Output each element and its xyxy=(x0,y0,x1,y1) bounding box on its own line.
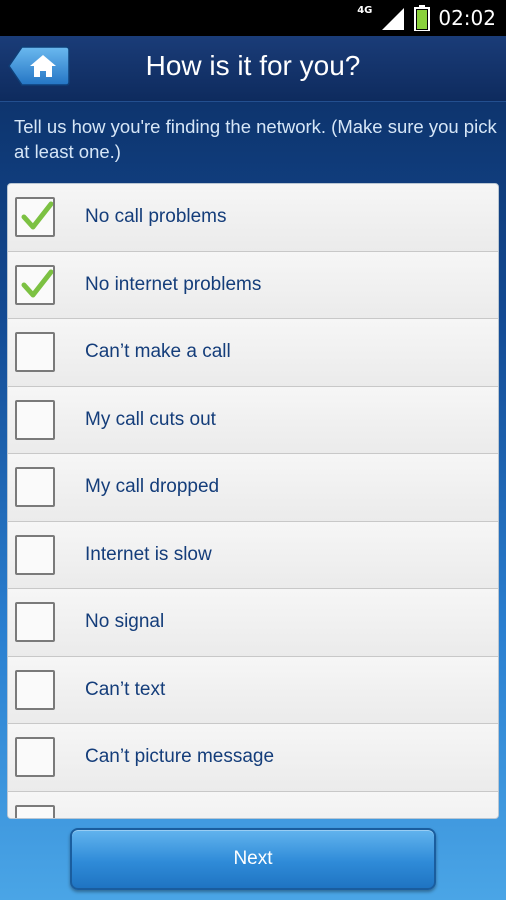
list-item-call-cuts-out[interactable]: My call cuts out xyxy=(8,386,498,454)
problem-options-list: No call problems No internet problems Ca… xyxy=(7,183,499,819)
option-label: Internet is slow xyxy=(85,543,212,565)
checkbox[interactable] xyxy=(15,332,55,373)
option-label: My call cuts out xyxy=(85,408,216,430)
network-type: 4G xyxy=(357,4,373,16)
checkbox[interactable] xyxy=(15,669,55,710)
list-item-partial[interactable] xyxy=(8,791,498,818)
checkbox[interactable] xyxy=(15,197,55,238)
check-icon xyxy=(21,201,53,230)
signal-icon xyxy=(382,8,405,30)
option-label: No call problems xyxy=(85,206,227,228)
next-button[interactable]: Next xyxy=(70,828,436,890)
option-label: Can’t text xyxy=(85,678,166,700)
option-label: No signal xyxy=(85,611,165,633)
checkbox[interactable] xyxy=(15,602,55,643)
list-item-cant-picture-message[interactable]: Can’t picture message xyxy=(8,724,498,792)
list-item-no-internet-problems[interactable]: No internet problems xyxy=(8,251,498,319)
option-label: Can’t make a call xyxy=(85,341,231,363)
list-item-cant-make-call[interactable]: Can’t make a call xyxy=(8,319,498,387)
list-item-call-dropped[interactable]: My call dropped xyxy=(8,454,498,522)
clock: 02:02 xyxy=(438,6,496,30)
checkbox[interactable] xyxy=(15,804,55,818)
status-bar: 4G 02:02 xyxy=(0,0,506,36)
option-label: My call dropped xyxy=(85,476,220,498)
battery-icon xyxy=(414,5,431,31)
checkbox[interactable] xyxy=(15,399,55,440)
app-header: How is it for you? xyxy=(0,36,506,102)
list-item-no-signal[interactable]: No signal xyxy=(8,589,498,657)
option-label: No internet problems xyxy=(85,273,262,295)
list-item-no-call-problems[interactable]: No call problems xyxy=(8,184,498,252)
checkbox[interactable] xyxy=(15,534,55,575)
option-label: Can’t picture message xyxy=(85,746,275,768)
list-item-cant-text[interactable]: Can’t text xyxy=(8,656,498,724)
list-item-internet-slow[interactable]: Internet is slow xyxy=(8,521,498,589)
checkbox[interactable] xyxy=(15,467,55,508)
checkbox[interactable] xyxy=(15,737,55,778)
checkbox[interactable] xyxy=(15,264,55,305)
check-icon xyxy=(21,269,53,298)
instructions-text: Tell us how you're finding the network. … xyxy=(14,116,497,162)
page-title: How is it for you? xyxy=(145,50,361,81)
